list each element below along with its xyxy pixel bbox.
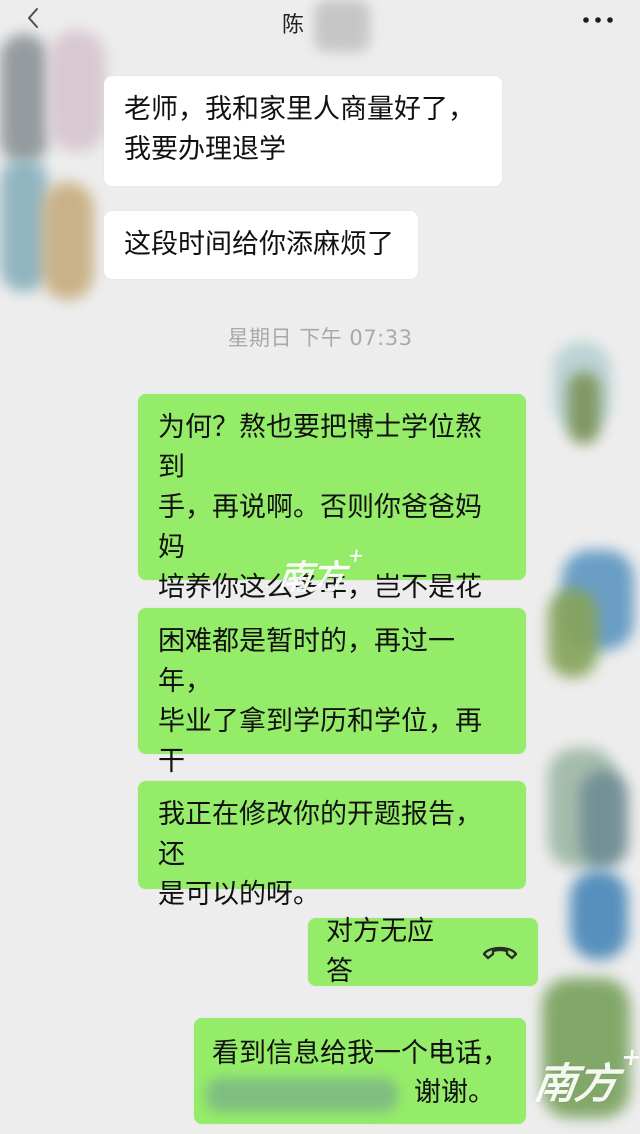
phone-hangup-icon xyxy=(482,946,518,960)
watermark-mid: 南方+ xyxy=(274,542,365,598)
message-right-3: 我正在修改你的开题报告，还 是可以的呀。 xyxy=(138,781,526,910)
blurred-title-area xyxy=(314,0,370,52)
avatar xyxy=(48,30,106,152)
message-left-2: 这段时间给你添麻烦了 xyxy=(104,211,418,279)
avatar xyxy=(548,588,598,678)
avatar xyxy=(570,870,628,960)
message-right-2: 困难都是暂时的，再过一年， 毕业了拿到学历和学位，再干 什么就会好办很多。 xyxy=(138,608,526,817)
avatar xyxy=(0,158,48,292)
avatar xyxy=(0,34,48,164)
chat-screen: 陈 老师，我和家里人商量好了， 我要办理退学 这段时间给你添麻烦了 星期日 下午… xyxy=(0,0,640,1134)
message-line-1: 看到信息给我一个电话， xyxy=(212,1038,509,1069)
call-status-message: 对方无应答 xyxy=(308,916,538,987)
chat-title: 陈 xyxy=(282,13,306,38)
avatar xyxy=(568,372,600,444)
avatar xyxy=(580,770,628,868)
more-horizontal-icon[interactable] xyxy=(580,8,616,32)
watermark-bottom: 南方+ xyxy=(531,1041,640,1108)
message-line-2: 谢谢。 xyxy=(414,1077,495,1108)
call-status-text: 对方无应答 xyxy=(326,916,434,987)
avatar xyxy=(42,182,94,300)
timestamp-divider: 星期日 下午 07:33 xyxy=(227,326,413,350)
message-left-1: 老师，我和家里人商量好了， 我要办理退学 xyxy=(104,76,502,186)
message-right-4: 看到信息给我一个电话， 谢谢。 xyxy=(194,1018,526,1124)
redacted-number xyxy=(206,1078,398,1112)
chevron-left-icon[interactable] xyxy=(22,6,46,30)
